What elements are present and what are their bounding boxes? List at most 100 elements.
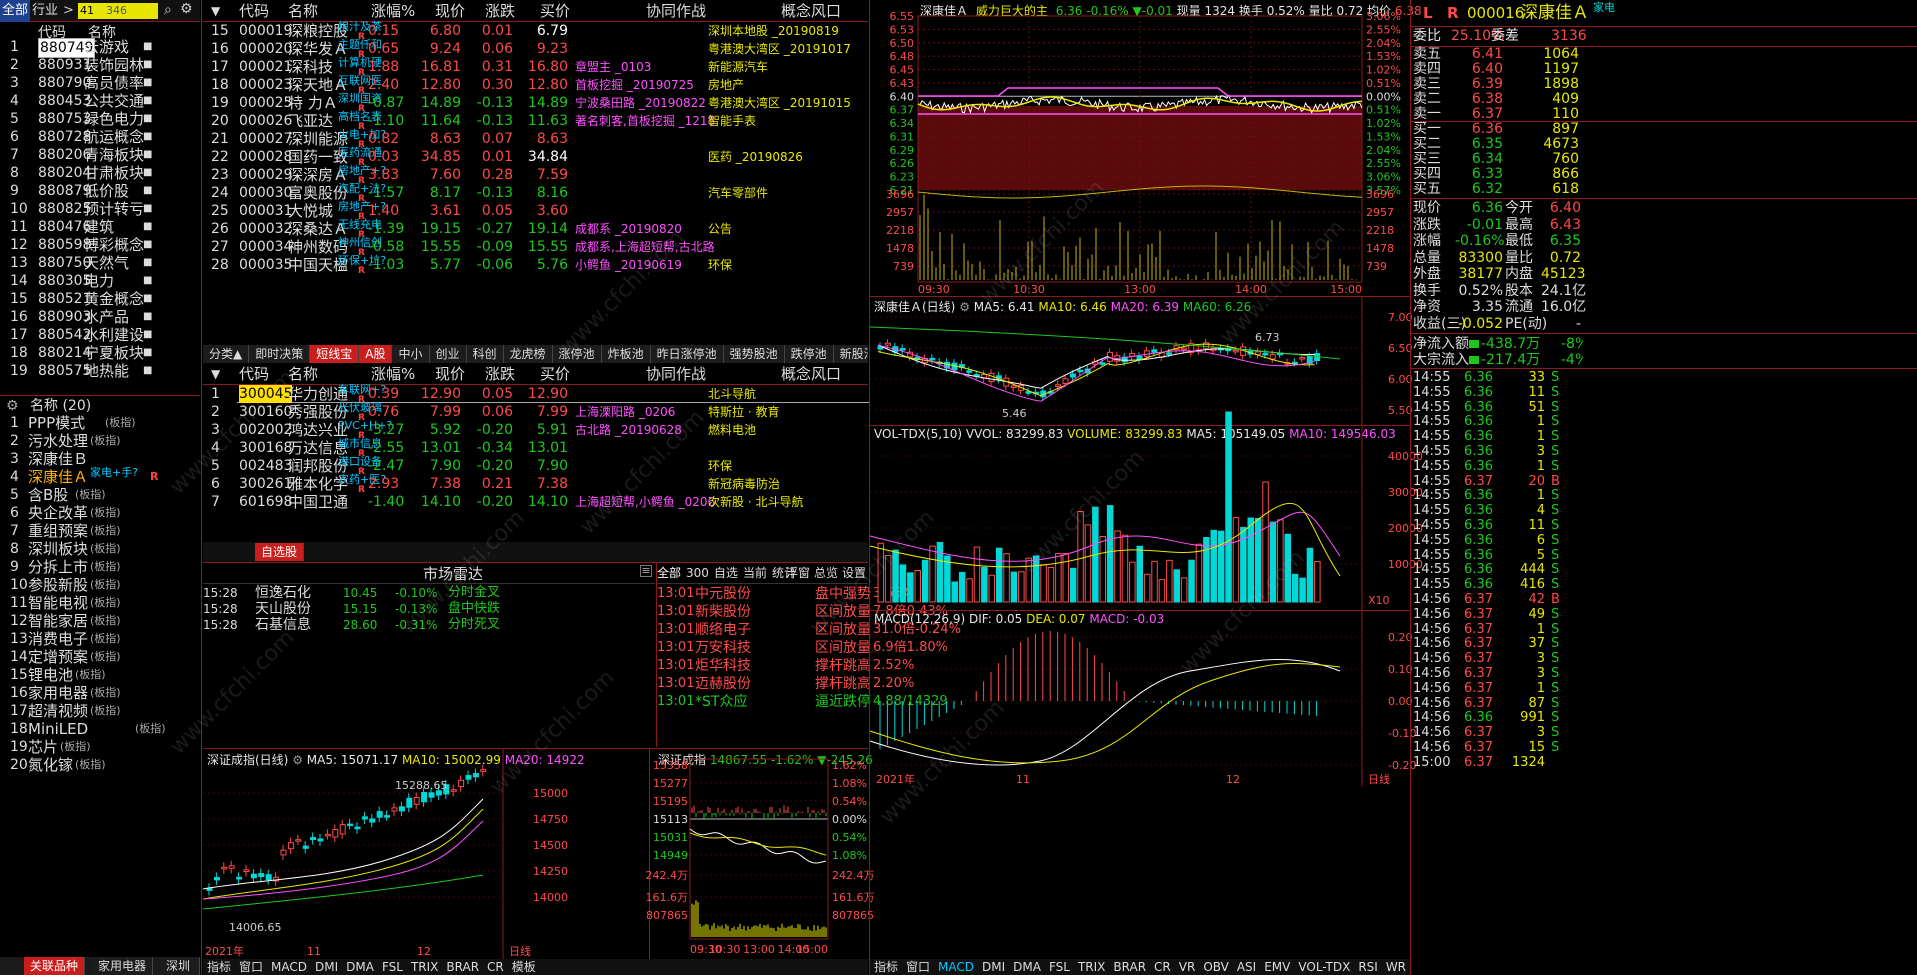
col-concept-header[interactable]: 概念风口 (781, 0, 841, 22)
sector-row[interactable]: 13 880750 天然气 ■ (0, 254, 200, 272)
ask-row[interactable]: 卖四 6.40 1197 (1411, 62, 1917, 77)
expand-arrow-icon[interactable]: > (63, 0, 74, 22)
mid-tab[interactable]: 短线宝 (310, 345, 360, 363)
col-code-header[interactable]: 代码 (239, 0, 269, 22)
ask-row[interactable]: 卖二 6.38 409 (1411, 92, 1917, 107)
col-concept-header[interactable]: 概念风口 (781, 363, 841, 385)
mid-tab[interactable]: 强势股池 (723, 345, 785, 363)
bid-row[interactable]: 买一 6.36 897 (1411, 122, 1917, 137)
bottom-tab[interactable]: TRIX (411, 960, 438, 974)
tab-all[interactable]: 全部 (0, 0, 30, 22)
related-row[interactable]: 20 氮化镓 (板指) (0, 756, 200, 774)
related-row[interactable]: 1 PPP模式 (板指) (0, 414, 200, 432)
mid-tab[interactable]: 新股池 (833, 345, 868, 363)
related-row[interactable]: 2 污水处理 (板指) (0, 432, 200, 450)
radar-row[interactable]: 15:28 石基信息 28.60 -0.31% 分时死叉 (203, 617, 655, 633)
stock-row[interactable]: 1 300045 华力创通 车联网+? R 0.39 12.90 0.05 12.90 北斗导航 (203, 383, 869, 405)
sector-row[interactable]: 9 880879 低价股 ■ (0, 182, 200, 200)
col-bid-header[interactable]: 买价 (540, 363, 570, 385)
alert-action[interactable]: 总览 (814, 566, 838, 580)
indicator-tab[interactable]: 窗口 (906, 960, 930, 974)
related-row[interactable]: 9 分拆上市 (板指) (0, 558, 200, 576)
alert-row[interactable]: 13:01 万安科技 区间放量 6.9倍1.80% (657, 639, 948, 657)
col-coop-header[interactable]: 协同作战 (646, 363, 706, 385)
sector-row[interactable]: 5 880753 绿色电力 ■ (0, 110, 200, 128)
alert-row[interactable]: 13:01中元股份盘中强势3.56% (657, 585, 914, 603)
mid-tab[interactable]: 跌停池 (784, 345, 834, 363)
stock-row[interactable]: 6 300261 雅本化学 农药+医? R 2.93 7.38 0.21 7.38 新冠病毒防治 (203, 473, 868, 495)
related-row[interactable]: 4 深康佳Ａ 家电+手? R (0, 466, 200, 486)
bottom-tab[interactable]: DMA (346, 960, 374, 974)
bottom-tab[interactable]: MACD (271, 960, 307, 974)
indicator-tab[interactable]: WR (1386, 960, 1406, 974)
indicator-tab[interactable]: ASI (1237, 960, 1256, 974)
sector-row[interactable]: 4 880453 公共交通 ■ (0, 92, 200, 110)
indicator-tab[interactable]: EMV (1264, 960, 1290, 974)
indicator-tab[interactable]: VR (1179, 960, 1196, 974)
related-row[interactable]: 6 央企改革 (板指) (0, 504, 200, 522)
alert-row[interactable]: 13:01 *ST众应 逼近跌停 4.88/14329 (657, 693, 948, 711)
alert-action[interactable]: 设置 (842, 566, 866, 580)
gear-icon[interactable]: ⚙ (6, 396, 19, 416)
mid-tab[interactable]: 中小 (392, 345, 430, 363)
indicator-tab[interactable]: FSL (1049, 960, 1070, 974)
col-price-header[interactable]: 现价 (435, 0, 465, 22)
tab-home-appliance[interactable]: 家用电器 (92, 957, 154, 975)
related-row[interactable]: 19 芯片 (板指) (0, 738, 200, 756)
sector-row[interactable]: 18 880214 宁夏板块 ■ (0, 344, 200, 362)
indicator-tab[interactable]: DMA (1013, 960, 1041, 974)
stock-row[interactable]: 26 000032 深桑达Ａ 无线充电 R -1.39 19.15 -0.27 19.14 成都系… (203, 218, 868, 240)
stock-row[interactable]: 20 000026 飞亚达 高档名表 R -1.10 11.64 -0.13 11.63 著名刺客… (203, 110, 868, 132)
related-row[interactable]: 5 含B股 (板指) (0, 486, 200, 504)
alert-action[interactable]: 浮窗 (786, 566, 810, 580)
related-row[interactable]: 18 MiniLED (板指) (0, 720, 200, 738)
col-coop-header[interactable]: 协同作战 (646, 0, 706, 22)
ask-row[interactable]: 卖一 6.37 110 (1411, 107, 1917, 122)
related-row[interactable]: 7 重组预案 (板指) (0, 522, 200, 540)
stock-row[interactable]: 15 000019 深粮控股 粮汁及茶 R 0.15 6.80 0.01 6.79 深圳本地股 _… (203, 20, 868, 42)
indicator-tab[interactable]: VOL-TDX (1298, 960, 1350, 974)
stock-row[interactable]: 25 000031 大悦城 房地产+? R 1.40 3.61 0.05 3.60 (203, 200, 868, 222)
mid-tab[interactable]: 龙虎榜 (503, 345, 553, 363)
sector-row[interactable]: 6 880728 航运概念 ■ (0, 128, 200, 146)
mid-tab[interactable]: 昨日涨停池 (650, 345, 724, 363)
tab-industry[interactable]: 行业 (32, 0, 58, 22)
alert-row[interactable]: 13:01 新柴股份 区间放量 7.8倍0.43% (657, 603, 948, 621)
alert-row[interactable]: 13:01 迈赫股份 撑杆跳高 2.20% (657, 675, 914, 693)
sector-row[interactable]: 7 880206 青海板块 ■ (0, 146, 200, 164)
related-row[interactable]: 11 智能电视 (板指) (0, 594, 200, 612)
alert-tab[interactable]: 自选 (714, 566, 738, 580)
col-code-header[interactable]: 代码 (239, 363, 269, 385)
related-row[interactable]: 17 超清视频 (板指) (0, 702, 200, 720)
alert-row[interactable]: 13:01 炬华科技 撑杆跳高 2.52% (657, 657, 914, 675)
search-input[interactable]: 41 346 (78, 3, 158, 19)
bid-row[interactable]: 买五 6.32 618 (1411, 182, 1917, 197)
stock-row[interactable]: 18 000023 深天地Ａ 互联网医 R 2.40 12.80 0.30 12.80 首板挖掘 … (203, 74, 868, 96)
sector-row[interactable]: 2 880931 装饰园林 ■ (0, 56, 200, 74)
col-name-header[interactable]: 名称 (288, 0, 318, 22)
bottom-tab[interactable]: DMI (315, 960, 338, 974)
indicator-tab[interactable]: BRAR (1113, 960, 1146, 974)
sector-row[interactable]: 10 880825 预计转亏 ■ (0, 200, 200, 218)
radar-menu-icon[interactable]: ≡ (640, 565, 652, 577)
ask-row[interactable]: 卖五 6.41 1064 (1411, 47, 1917, 62)
stock-row[interactable]: 7 601698 中国卫通 -1.40 14.10 -0.20 14.10 上海超短帮,小鳄鱼… (203, 493, 868, 511)
related-row[interactable]: 10 参股新股 (板指) (0, 576, 200, 594)
mid-tab[interactable]: 涨停池 (552, 345, 602, 363)
stock-row[interactable]: 22 000028 国药一致 医药流通 R 0.03 34.85 0.01 34.84 医药 _2… (203, 146, 868, 168)
bottom-tab[interactable]: BRAR (446, 960, 479, 974)
related-row[interactable]: 16 家用电器 (板指) (0, 684, 200, 702)
settings-gear-icon[interactable]: ⚙ (180, 1, 193, 17)
tab-self-select[interactable]: 自选股 (255, 543, 305, 561)
bid-row[interactable]: 买四 6.33 866 (1411, 167, 1917, 182)
sector-row[interactable]: 11 880476 建筑 ■ (0, 218, 200, 236)
sector-row[interactable]: 12 880598 博彩概念 ■ (0, 236, 200, 254)
stock-row[interactable]: 28 000035 中国天楹 环保+垃? R -1.03 5.77 -0.06 5.76 小鳄鱼 … (203, 254, 868, 276)
stock-row[interactable]: 27 000034 神州数码 神州信创 R -0.58 15.55 -0.09 15.55 成都系… (203, 236, 868, 258)
sector-row[interactable]: 1 880749 云游戏 ■ (0, 38, 200, 58)
search-icon[interactable]: ⌕ (164, 2, 172, 18)
stock-row[interactable]: 23 000029 深深房Ａ 房地产+? R 3.83 7.60 0.28 7.59 (203, 164, 868, 186)
radar-row[interactable]: 15:28 天山股份 15.15 -0.13% 盘中快跌 (203, 601, 655, 617)
alert-tab[interactable]: 当前 (743, 566, 767, 580)
indicator-tab[interactable]: DMI (982, 960, 1005, 974)
